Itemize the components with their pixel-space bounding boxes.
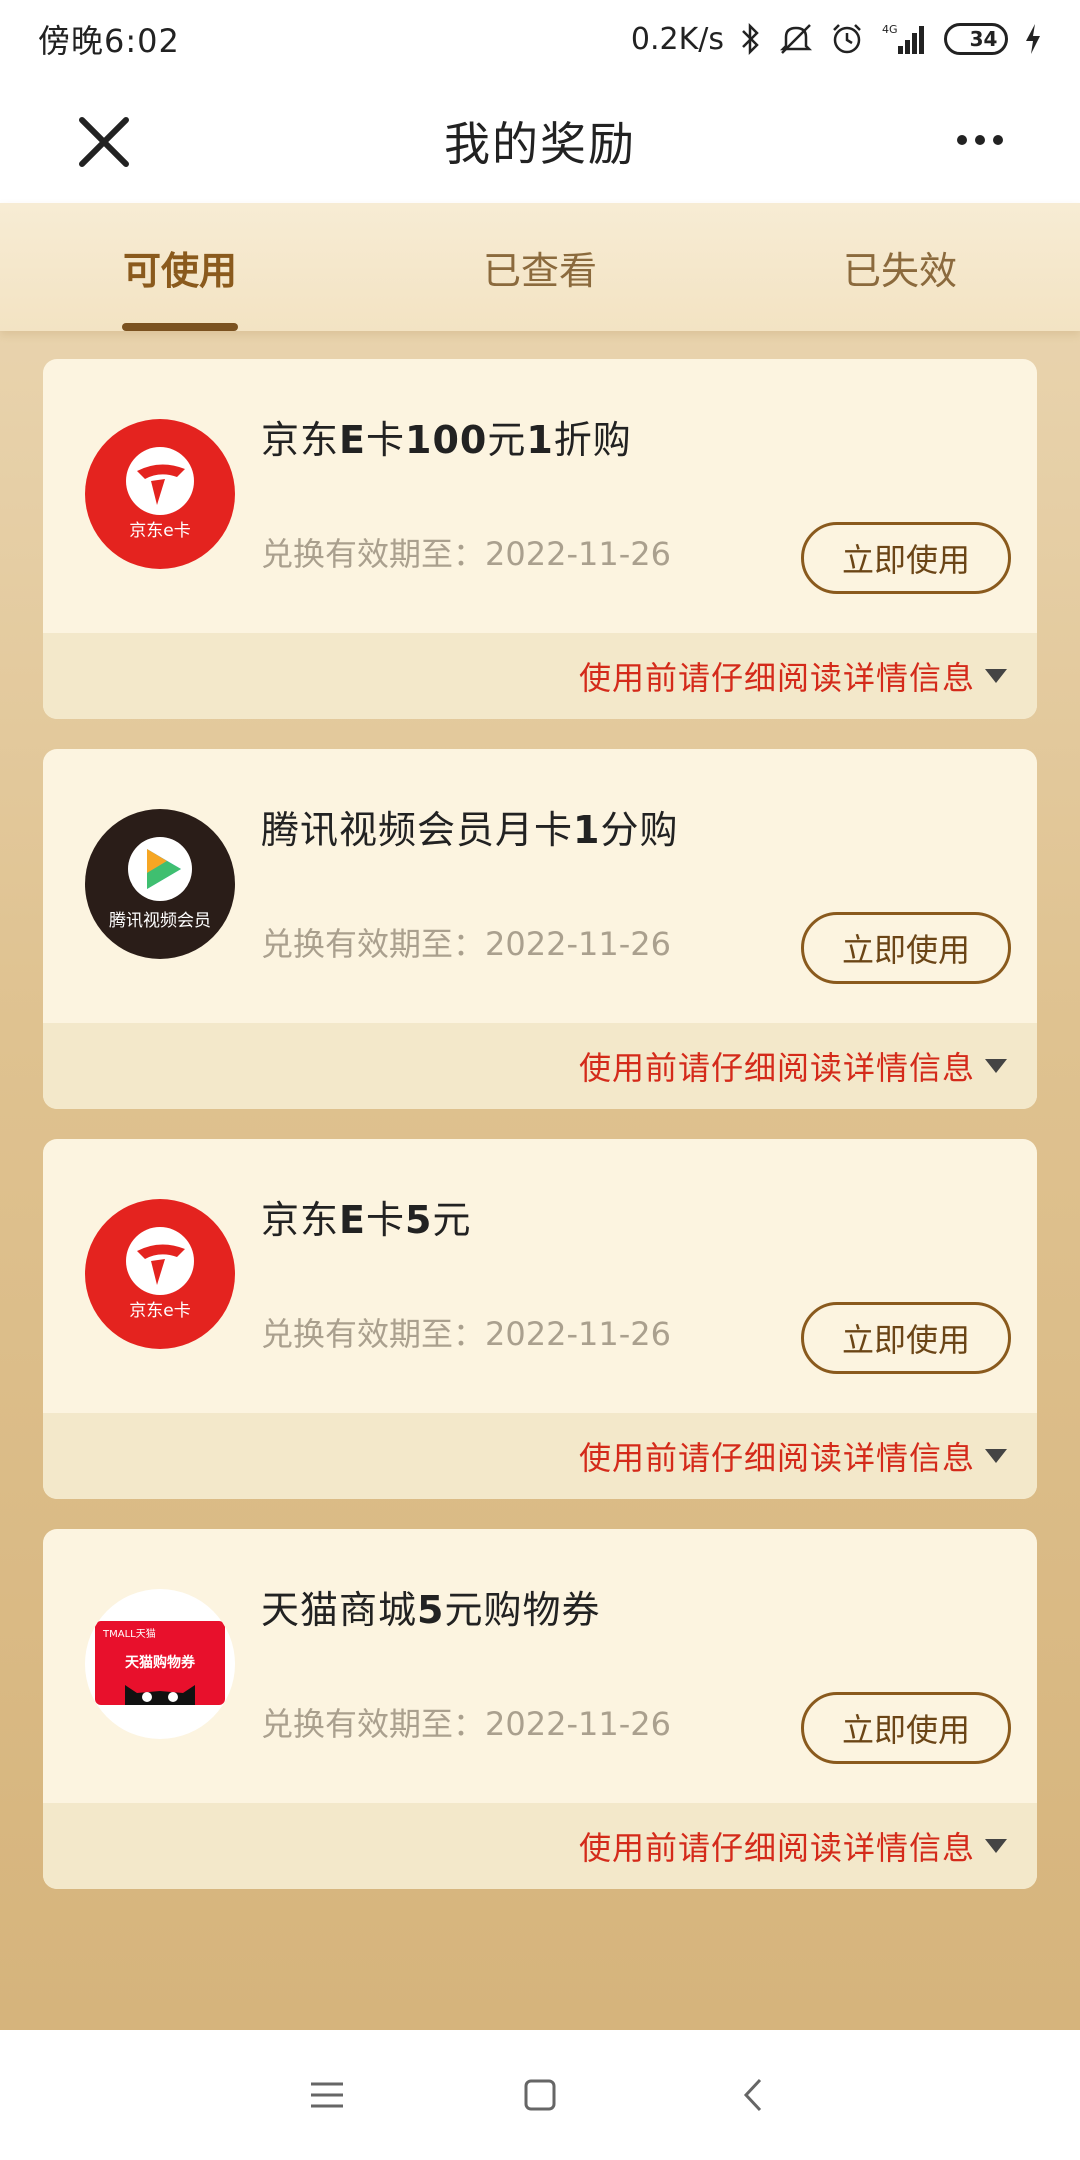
title-text: 折购: [553, 418, 632, 462]
use-now-button[interactable]: 立即使用: [801, 522, 1011, 594]
jd-ecard-logo: 京东e卡: [85, 419, 235, 569]
use-now-button[interactable]: 立即使用: [801, 1692, 1011, 1764]
title-text: 1: [573, 808, 601, 852]
title-text: 1: [526, 418, 554, 462]
status-time: 傍晚6:02: [38, 22, 180, 60]
status-bar: 傍晚6:02 0.2K/s 4G 34: [0, 0, 1080, 78]
network-speed: 0.2K/s: [630, 21, 724, 57]
tab-viewed[interactable]: 已查看: [360, 203, 720, 331]
reward-card[interactable]: TMALL天猫 天猫购物券 天猫商城5元购物券 兑换有效期至：2022-11-2…: [43, 1529, 1037, 1889]
title-text: 京东: [261, 1198, 340, 1242]
signal-label: 4G: [882, 23, 898, 36]
charging-icon: [1024, 23, 1042, 55]
tab-active-indicator: [122, 323, 238, 331]
nav-bar: 我的奖励: [0, 78, 1080, 203]
tab-label: 已查看: [482, 248, 597, 293]
caret-down-icon: [985, 1059, 1007, 1073]
more-icon[interactable]: [956, 128, 1004, 152]
tencent-video-icon: [128, 837, 192, 901]
tab-label: 已失效: [842, 248, 957, 293]
tab-expired[interactable]: 已失效: [720, 203, 1080, 331]
jd-dog-icon: [126, 1227, 194, 1295]
reward-title: 天猫商城5元购物券: [261, 1579, 600, 1634]
tmall-header: TMALL天猫: [102, 1627, 156, 1640]
tmall-coupon-text: 天猫购物券: [125, 1654, 196, 1671]
back-icon[interactable]: [723, 2065, 783, 2125]
close-icon[interactable]: [76, 114, 132, 170]
details-toggle[interactable]: 使用前请仔细阅读详情信息: [43, 1803, 1037, 1889]
caret-down-icon: [985, 669, 1007, 683]
jd-ecard-logo: 京东e卡: [85, 1199, 235, 1349]
title-text: 分购: [600, 808, 679, 852]
menu-icon[interactable]: [297, 2065, 357, 2125]
rewards-content: 可使用 已查看 已失效 京东e卡 京东E卡100元1折购 兑换有效期至：2022…: [0, 203, 1080, 2030]
system-nav-bar: [0, 2030, 1080, 2160]
title-text: 卡: [365, 418, 405, 462]
caret-down-icon: [985, 1449, 1007, 1463]
details-hint: 使用前请仔细阅读详情信息: [578, 1439, 975, 1477]
logo-caption: 京东e卡: [129, 521, 191, 541]
reward-card[interactable]: 京东e卡 京东E卡100元1折购 兑换有效期至：2022-11-26 立即使用 …: [43, 359, 1037, 719]
reward-list: 京东e卡 京东E卡100元1折购 兑换有效期至：2022-11-26 立即使用 …: [43, 359, 1037, 1919]
title-text: 元: [432, 1198, 472, 1242]
details-toggle[interactable]: 使用前请仔细阅读详情信息: [43, 633, 1037, 719]
jd-dog-icon: [126, 447, 194, 515]
signal-icon: 4G: [880, 22, 928, 56]
details-hint: 使用前请仔细阅读详情信息: [578, 659, 975, 697]
details-toggle[interactable]: 使用前请仔细阅读详情信息: [43, 1023, 1037, 1109]
title-text: E: [339, 1198, 366, 1242]
page-title: 我的奖励: [444, 116, 636, 171]
title-text: 元购物券: [444, 1588, 601, 1632]
title-text: 100: [405, 418, 488, 462]
caret-down-icon: [985, 1839, 1007, 1853]
details-hint: 使用前请仔细阅读详情信息: [578, 1049, 975, 1087]
logo-caption: 腾讯视频会员: [109, 911, 211, 931]
details-hint: 使用前请仔细阅读详情信息: [578, 1829, 975, 1867]
tab-available[interactable]: 可使用: [0, 203, 360, 331]
tab-bar: 可使用 已查看 已失效: [0, 203, 1080, 331]
tmall-coupon-logo: TMALL天猫 天猫购物券: [85, 1589, 235, 1739]
bluetooth-icon: [740, 22, 762, 56]
title-text: 5: [405, 1198, 433, 1242]
title-text: 5: [417, 1588, 445, 1632]
reward-card[interactable]: 京东e卡 京东E卡5元 兑换有效期至：2022-11-26 立即使用 使用前请仔…: [43, 1139, 1037, 1499]
title-text: 腾讯视频会员月卡: [261, 808, 574, 852]
details-toggle[interactable]: 使用前请仔细阅读详情信息: [43, 1413, 1037, 1499]
reward-expiry: 兑换有效期至：2022-11-26: [261, 925, 671, 963]
mute-icon: [778, 22, 814, 56]
reward-expiry: 兑换有效期至：2022-11-26: [261, 535, 671, 573]
title-text: E: [339, 418, 366, 462]
title-text: 京东: [261, 418, 340, 462]
reward-card[interactable]: 腾讯视频会员 腾讯视频会员月卡1分购 兑换有效期至：2022-11-26 立即使…: [43, 749, 1037, 1109]
home-icon[interactable]: [510, 2065, 570, 2125]
reward-title: 京东E卡5元: [261, 1189, 471, 1244]
title-text: 天猫商城: [261, 1588, 418, 1632]
logo-caption: 京东e卡: [129, 1301, 191, 1321]
use-now-button[interactable]: 立即使用: [801, 912, 1011, 984]
reward-expiry: 兑换有效期至：2022-11-26: [261, 1315, 671, 1353]
title-text: 元: [487, 418, 527, 462]
battery-level: 34: [969, 27, 998, 51]
battery-indicator: 34: [944, 23, 1008, 55]
status-icons: 0.2K/s 4G 34: [631, 22, 1042, 57]
reward-title: 京东E卡100元1折购: [261, 409, 632, 464]
use-now-button[interactable]: 立即使用: [801, 1302, 1011, 1374]
reward-title: 腾讯视频会员月卡1分购: [261, 799, 678, 854]
tmall-cat-icon: TMALL天猫 天猫购物券: [95, 1621, 225, 1705]
title-text: 卡: [365, 1198, 405, 1242]
tencent-video-logo: 腾讯视频会员: [85, 809, 235, 959]
reward-expiry: 兑换有效期至：2022-11-26: [261, 1705, 671, 1743]
alarm-icon: [830, 22, 864, 56]
tab-label: 可使用: [122, 248, 237, 293]
screen: 傍晚6:02 0.2K/s 4G 34 我的奖励 可使用 已查看 已失效 京东e…: [0, 0, 1080, 2160]
